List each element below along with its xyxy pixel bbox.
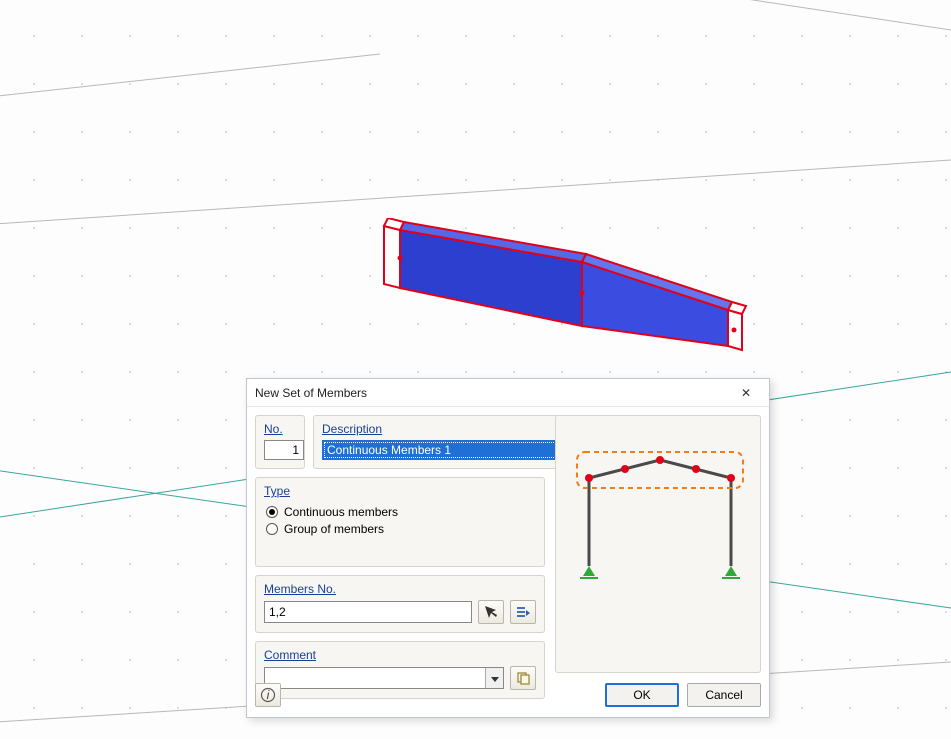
close-icon: ✕ xyxy=(741,386,751,400)
radio-label: Continuous members xyxy=(284,505,398,519)
button-label: Cancel xyxy=(705,688,742,702)
label-comment: Comment xyxy=(264,648,316,662)
ok-button[interactable]: OK xyxy=(605,683,679,707)
group-no: No. xyxy=(255,415,305,469)
selected-member-beam[interactable] xyxy=(382,218,752,368)
label-type: Type xyxy=(264,484,290,498)
dialog-titlebar[interactable]: New Set of Members ✕ xyxy=(247,379,769,407)
preview-panel xyxy=(555,415,761,673)
select-icon xyxy=(515,604,531,620)
dialog-footer: i OK Cancel xyxy=(255,681,761,709)
cancel-button[interactable]: Cancel xyxy=(687,683,761,707)
radio-continuous-members[interactable]: Continuous members xyxy=(266,505,536,519)
input-no[interactable] xyxy=(264,440,304,460)
group-type: Type Continuous members Group of members xyxy=(255,477,545,567)
svg-text:i: i xyxy=(267,688,270,702)
radio-group-of-members[interactable]: Group of members xyxy=(266,522,536,536)
radio-label: Group of members xyxy=(284,522,384,536)
new-set-of-members-dialog: New Set of Members ✕ No. Description Con… xyxy=(246,378,770,718)
select-members-button[interactable] xyxy=(510,600,536,624)
preview-diagram xyxy=(563,416,753,596)
group-members-no: Members No. xyxy=(255,575,545,633)
help-icon: i xyxy=(260,687,276,703)
dialog-title: New Set of Members xyxy=(255,386,729,400)
help-button[interactable]: i xyxy=(255,683,281,707)
label-no: No. xyxy=(264,422,283,436)
button-label: OK xyxy=(633,688,650,702)
radio-icon xyxy=(266,523,278,535)
pick-icon xyxy=(483,604,499,620)
input-members-no[interactable] xyxy=(264,601,472,623)
pick-members-button[interactable] xyxy=(478,600,504,624)
label-description: Description xyxy=(322,422,382,436)
radio-icon xyxy=(266,506,278,518)
close-button[interactable]: ✕ xyxy=(729,382,763,404)
label-members-no: Members No. xyxy=(264,582,336,596)
